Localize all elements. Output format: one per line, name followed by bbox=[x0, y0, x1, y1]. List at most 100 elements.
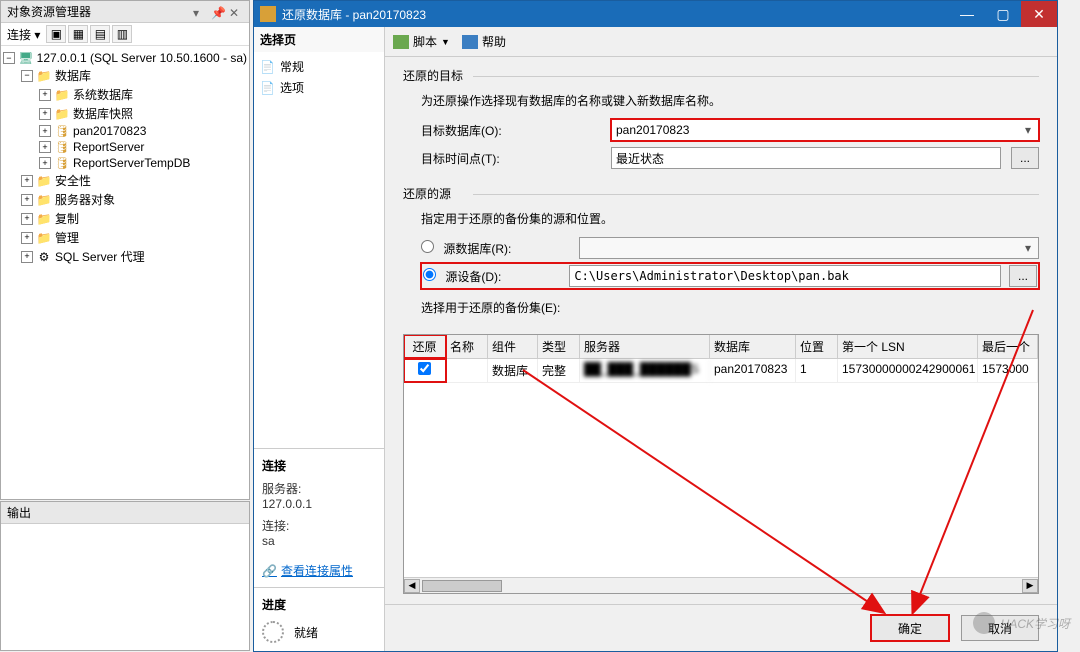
source-db-radio[interactable] bbox=[421, 240, 434, 253]
minimize-button[interactable]: — bbox=[949, 1, 985, 27]
tree-label: ReportServerTempDB bbox=[73, 156, 190, 170]
close-icon[interactable]: ✕ bbox=[229, 6, 243, 18]
folder-icon: 📁 bbox=[54, 88, 70, 102]
tree-sysdb-node[interactable]: + 📁 系统数据库 bbox=[3, 85, 247, 104]
tree-db-reportserver-node[interactable]: + 🛢 ReportServer bbox=[3, 139, 247, 155]
grid-horizontal-scrollbar[interactable]: ◀ ▶ bbox=[404, 577, 1038, 593]
connect-toolbar: 连接 ▾ ▣ ▦ ▤ ▥ bbox=[1, 23, 249, 46]
toolbar-btn-3[interactable]: ▤ bbox=[90, 25, 110, 43]
tree-db-reportservertemp-node[interactable]: + 🛢 ReportServerTempDB bbox=[3, 155, 247, 171]
target-db-label: 目标数据库(O): bbox=[421, 122, 601, 139]
source-db-radio-label[interactable]: 源数据库(R): bbox=[421, 240, 511, 257]
ok-button[interactable]: 确定 bbox=[871, 615, 949, 641]
grid-header-name[interactable]: 名称 bbox=[446, 335, 488, 358]
toolbar-btn-1[interactable]: ▣ bbox=[46, 25, 66, 43]
cell-position: 1 bbox=[796, 359, 838, 382]
backup-sets-grid[interactable]: 还原 名称 组件 类型 服务器 数据库 位置 第一个 LSN 最后一个 数据库 bbox=[403, 334, 1039, 594]
grid-header-server[interactable]: 服务器 bbox=[580, 335, 710, 358]
script-button[interactable]: 脚本 ▼ bbox=[393, 33, 450, 50]
object-explorer-title: 对象资源管理器 bbox=[7, 3, 91, 20]
toolbar-btn-2[interactable]: ▦ bbox=[68, 25, 88, 43]
expander-icon[interactable]: + bbox=[21, 213, 33, 225]
database-icon bbox=[260, 6, 276, 22]
expander-icon[interactable]: − bbox=[21, 70, 33, 82]
grid-header-firstlsn[interactable]: 第一个 LSN bbox=[838, 335, 978, 358]
connect-button[interactable]: 连接 ▾ bbox=[7, 26, 40, 43]
source-device-input[interactable] bbox=[569, 265, 1001, 287]
page-general[interactable]: 📄 常规 bbox=[260, 56, 378, 77]
expander-icon[interactable]: + bbox=[21, 175, 33, 187]
help-button[interactable]: 帮助 bbox=[462, 33, 506, 50]
scroll-thumb[interactable] bbox=[422, 580, 502, 592]
radio-label: 源数据库(R): bbox=[443, 242, 511, 256]
restore-checkbox-cell[interactable] bbox=[404, 359, 446, 382]
page-selector-header: 选择页 bbox=[254, 27, 384, 52]
connection-label: 连接: bbox=[262, 517, 376, 534]
progress-section: 进度 就绪 bbox=[254, 587, 384, 651]
tree-server-node[interactable]: − 🖥 127.0.0.1 (SQL Server 10.50.1600 - s… bbox=[3, 50, 247, 66]
grid-header-type[interactable]: 类型 bbox=[538, 335, 580, 358]
restore-source-title: 还原的源 bbox=[403, 185, 1039, 202]
tree-databases-node[interactable]: − 📁 数据库 bbox=[3, 66, 247, 85]
view-connection-link[interactable]: 🔗 查看连接属性 bbox=[262, 562, 353, 579]
source-device-browse-button[interactable]: ... bbox=[1009, 265, 1037, 287]
restore-checkbox[interactable] bbox=[418, 362, 431, 375]
tree-replication-node[interactable]: + 📁 复制 bbox=[3, 209, 247, 228]
grid-header-lastlsn[interactable]: 最后一个 bbox=[978, 335, 1038, 358]
page-label: 常规 bbox=[280, 58, 304, 75]
table-row[interactable]: 数据库 完整 ██_███_██████S pan20170823 1 1573… bbox=[404, 359, 1038, 383]
tree-snapshots-node[interactable]: + 📁 数据库快照 bbox=[3, 104, 247, 123]
tree-agent-node[interactable]: + ⚙ SQL Server 代理 bbox=[3, 247, 247, 266]
object-explorer-tree: − 🖥 127.0.0.1 (SQL Server 10.50.1600 - s… bbox=[1, 46, 249, 270]
tree-management-node[interactable]: + 📁 管理 bbox=[3, 228, 247, 247]
dialog-button-bar: 确定 取消 bbox=[385, 604, 1057, 651]
expander-icon[interactable]: + bbox=[39, 89, 51, 101]
expander-icon[interactable]: + bbox=[21, 251, 33, 263]
folder-icon: 📁 bbox=[36, 174, 52, 188]
tree-db-pan-node[interactable]: + 🛢 pan20170823 bbox=[3, 123, 247, 139]
chevron-down-icon[interactable]: ▾ bbox=[1020, 123, 1036, 137]
cell-server: ██_███_██████S bbox=[580, 359, 710, 382]
grid-header-database[interactable]: 数据库 bbox=[710, 335, 796, 358]
tree-security-node[interactable]: + 📁 安全性 bbox=[3, 171, 247, 190]
help-label: 帮助 bbox=[482, 33, 506, 50]
toolbar-btn-4[interactable]: ▥ bbox=[112, 25, 132, 43]
expander-icon[interactable]: − bbox=[3, 52, 15, 64]
scroll-left-button[interactable]: ◀ bbox=[404, 579, 420, 593]
close-button[interactable]: ✕ bbox=[1021, 1, 1057, 27]
expander-icon[interactable]: + bbox=[39, 141, 51, 153]
expander-icon[interactable]: + bbox=[21, 232, 33, 244]
tree-serverobjects-node[interactable]: + 📁 服务器对象 bbox=[3, 190, 247, 209]
connection-header: 连接 bbox=[262, 457, 376, 474]
pin-icon[interactable]: 📌 bbox=[211, 6, 225, 18]
tree-label: 数据库快照 bbox=[73, 105, 133, 122]
scroll-right-button[interactable]: ▶ bbox=[1022, 579, 1038, 593]
cell-database: pan20170823 bbox=[710, 359, 796, 382]
page-label: 选项 bbox=[280, 79, 304, 96]
tree-label: 管理 bbox=[55, 229, 79, 246]
target-db-combo[interactable]: pan20170823 ▾ bbox=[611, 119, 1039, 141]
target-time-input[interactable] bbox=[611, 147, 1001, 169]
progress-header: 进度 bbox=[262, 596, 376, 613]
expander-icon[interactable]: + bbox=[39, 157, 51, 169]
grid-header-component[interactable]: 组件 bbox=[488, 335, 538, 358]
expander-icon[interactable]: + bbox=[39, 108, 51, 120]
tree-label: 系统数据库 bbox=[73, 86, 133, 103]
cell-name bbox=[446, 359, 488, 382]
folder-icon: 📁 bbox=[36, 231, 52, 245]
script-label: 脚本 bbox=[413, 33, 437, 50]
page-options[interactable]: 📄 选项 bbox=[260, 77, 378, 98]
maximize-button[interactable]: ▢ bbox=[985, 1, 1021, 27]
expander-icon[interactable]: + bbox=[21, 194, 33, 206]
dialog-titlebar[interactable]: 还原数据库 - pan20170823 — ▢ ✕ bbox=[254, 1, 1057, 27]
source-device-radio[interactable] bbox=[423, 268, 436, 281]
server-label: 127.0.0.1 (SQL Server 10.50.1600 - sa) bbox=[37, 51, 247, 65]
grid-header-restore[interactable]: 还原 bbox=[404, 335, 446, 358]
expander-icon[interactable]: + bbox=[39, 125, 51, 137]
source-device-radio-label[interactable]: 源设备(D): bbox=[423, 268, 501, 285]
dropdown-icon[interactable]: ▾ bbox=[193, 6, 207, 18]
database-icon: 🛢 bbox=[54, 140, 70, 154]
target-time-browse-button[interactable]: ... bbox=[1011, 147, 1039, 169]
grid-header-position[interactable]: 位置 bbox=[796, 335, 838, 358]
folder-icon: 📁 bbox=[54, 107, 70, 121]
